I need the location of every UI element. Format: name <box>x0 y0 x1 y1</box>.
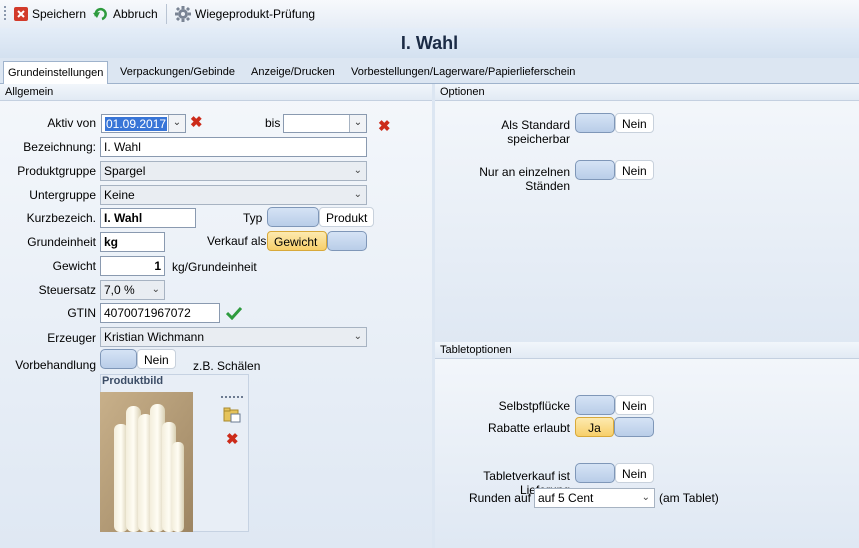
remove-image-icon[interactable]: ✖ <box>226 431 239 449</box>
grundeinheit-label: Grundeinheit <box>27 235 96 249</box>
toggle-knob <box>614 417 654 437</box>
rabatte-value: Ja <box>575 417 614 437</box>
chevron-down-icon: ⌄ <box>641 492 650 503</box>
chevron-down-icon: ⌄ <box>353 165 362 176</box>
verkauf-value: Gewicht <box>267 231 327 251</box>
allgemein-header: Allgemein <box>0 84 432 101</box>
cancel-button[interactable]: Abbruch <box>93 5 158 23</box>
clear-aktiv-von-icon[interactable]: ✖ <box>190 114 203 132</box>
chevron-down-icon: ⌄ <box>151 284 160 295</box>
gewicht-input[interactable]: 1 <box>100 256 165 276</box>
vorbehandlung-value: Nein <box>137 349 176 369</box>
toolbar-separator <box>166 4 167 24</box>
steuersatz-value: 7,0 % <box>104 283 135 297</box>
runden-hint: (am Tablet) <box>659 491 719 505</box>
optionen-header: Optionen <box>435 84 859 101</box>
gewicht-label: Gewicht <box>52 259 96 273</box>
tab-anzeige[interactable]: Anzeige/Drucken <box>247 62 339 82</box>
toggle-knob <box>327 231 367 251</box>
liefer-value: Nein <box>615 463 654 483</box>
toolbar-grip <box>4 6 6 22</box>
tab-verpackungen[interactable]: Verpackungen/Gebinde <box>116 62 239 82</box>
aktiv-von-date[interactable]: 01.09.2017 ⌄ <box>101 114 186 133</box>
gear-icon <box>175 6 191 22</box>
untergruppe-value: Keine <box>104 188 135 202</box>
verkauf-toggle[interactable]: Gewicht <box>267 231 367 253</box>
typ-value: Produkt <box>319 207 375 227</box>
grundeinheit-input[interactable]: kg <box>100 232 165 252</box>
open-folder-icon[interactable] <box>223 407 241 423</box>
erzeuger-value: Kristian Wichmann <box>104 330 205 344</box>
vorbehandlung-toggle[interactable]: Nein <box>100 349 176 371</box>
clear-bis-icon[interactable]: ✖ <box>378 118 391 136</box>
gtin-label: GTIN <box>67 306 96 320</box>
tab-vorbestellungen[interactable]: Vorbestellungen/Lagerware/Papierliefersc… <box>347 62 579 82</box>
bezeichnung-input[interactable]: I. Wahl <box>100 137 367 157</box>
standard-toggle[interactable]: Nein <box>575 113 654 135</box>
cancel-label: Abbruch <box>113 7 158 21</box>
rabatte-toggle[interactable]: Ja <box>575 417 654 439</box>
untergruppe-label: Untergruppe <box>29 188 96 202</box>
page-title: I. Wahl <box>400 33 459 53</box>
staende-label: Nur an einzelnen Ständen <box>479 165 570 193</box>
toggle-knob <box>267 207 319 227</box>
steuersatz-label: Steuersatz <box>38 283 96 297</box>
tablet-header: Tabletoptionen <box>435 342 859 359</box>
vorbehandlung-label: Vorbehandlung <box>15 358 96 372</box>
tablet-panel <box>435 342 859 548</box>
aktiv-von-value: 01.09.2017 <box>105 117 168 131</box>
gewicht-unit: kg/Grundeinheit <box>172 260 257 274</box>
checkmark-icon <box>226 306 242 320</box>
bis-dropdown[interactable]: ⌄ <box>349 115 366 132</box>
toggle-knob <box>100 349 137 369</box>
runden-value: auf 5 Cent <box>538 491 594 505</box>
aktiv-von-label: Aktiv von <box>47 116 96 130</box>
toggle-knob <box>575 395 615 415</box>
kurzbez-input[interactable]: I. Wahl <box>100 208 196 228</box>
chevron-down-icon: ⌄ <box>353 189 362 200</box>
gtin-input[interactable]: 4070071967072 <box>100 303 220 323</box>
tab-grundeinstellungen[interactable]: Grundeinstellungen <box>3 61 109 84</box>
erzeuger-label: Erzeuger <box>47 331 96 345</box>
bis-label: bis <box>265 116 281 130</box>
erzeuger-select[interactable]: Kristian Wichmann ⌄ <box>100 327 367 347</box>
verkauf-label: Verkauf als <box>207 234 267 248</box>
kurzbez-label: Kurzbezeich. <box>26 211 96 225</box>
steuersatz-select[interactable]: 7,0 % ⌄ <box>100 280 165 300</box>
produktgruppe-select[interactable]: Spargel ⌄ <box>100 161 367 181</box>
produktgruppe-value: Spargel <box>104 164 146 178</box>
selbst-label: Selbstpflücke <box>498 399 570 413</box>
rabatte-label: Rabatte erlaubt <box>487 421 570 435</box>
aktiv-von-dropdown[interactable]: ⌄ <box>168 115 185 132</box>
bis-date[interactable]: ⌄ <box>283 114 367 133</box>
standard-label: Als Standard speicherbar <box>501 118 570 146</box>
save-button[interactable]: Speichern <box>14 5 86 23</box>
standard-value: Nein <box>615 113 654 133</box>
liefer-toggle[interactable]: Nein <box>575 463 654 485</box>
untergruppe-select[interactable]: Keine ⌄ <box>100 185 367 205</box>
selbst-toggle[interactable]: Nein <box>575 395 654 417</box>
bezeichnung-label: Bezeichnung: <box>23 140 96 154</box>
undo-icon <box>93 7 107 21</box>
staende-value: Nein <box>615 160 654 180</box>
save-icon <box>14 7 28 21</box>
produktbild-label: Produktbild <box>102 375 164 387</box>
typ-toggle[interactable]: Produkt <box>267 207 375 229</box>
weigh-check-label: Wiegeprodukt-Prüfung <box>195 7 316 21</box>
produktgruppe-label: Produktgruppe <box>17 164 96 178</box>
runden-select[interactable]: auf 5 Cent ⌄ <box>534 488 655 508</box>
produktbild-image <box>100 392 193 532</box>
staende-toggle[interactable]: Nein <box>575 160 654 182</box>
typ-label: Typ <box>243 211 263 225</box>
weigh-check-button[interactable]: Wiegeprodukt-Prüfung <box>175 5 315 23</box>
image-toolbar-grip <box>221 396 243 398</box>
chevron-down-icon: ⌄ <box>353 331 362 342</box>
toggle-knob <box>575 113 615 133</box>
selbst-value: Nein <box>615 395 654 415</box>
toggle-knob <box>575 160 615 180</box>
vorbehandlung-hint: z.B. Schälen <box>193 359 261 373</box>
runden-label: Runden auf <box>468 491 531 505</box>
toggle-knob <box>575 463 615 483</box>
save-label: Speichern <box>32 7 87 21</box>
